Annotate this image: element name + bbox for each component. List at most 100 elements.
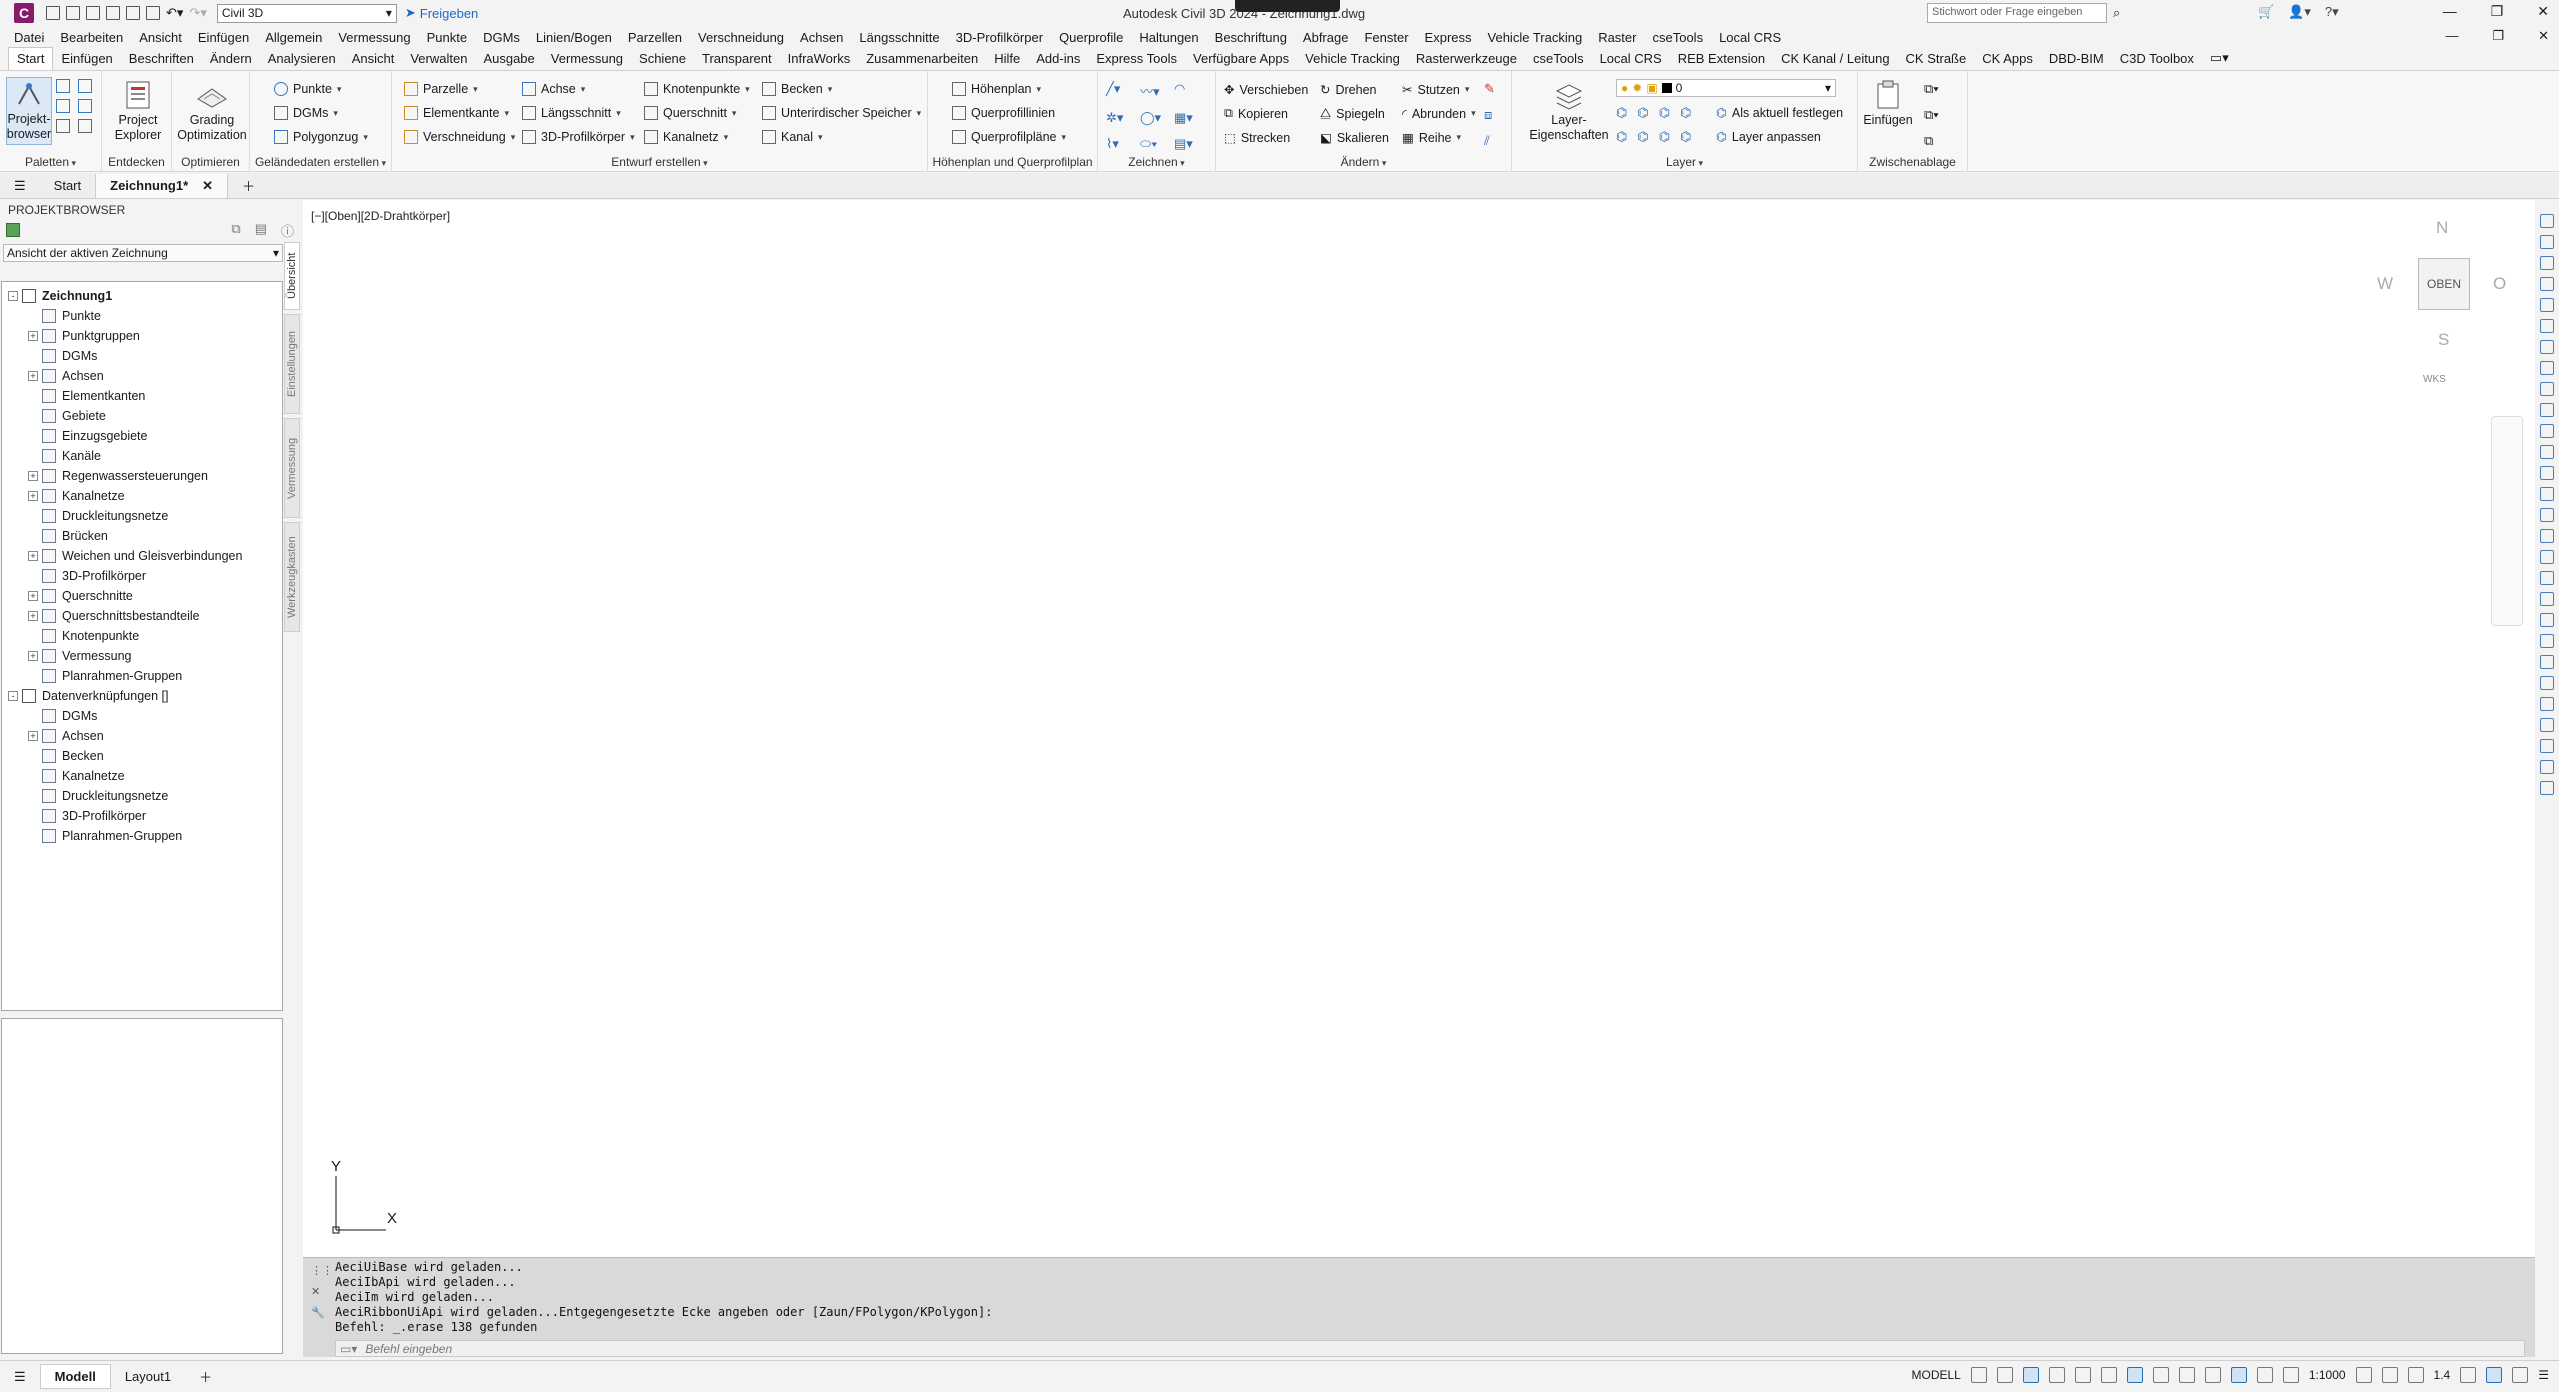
tool-icon-24[interactable] <box>2540 697 2554 711</box>
tool-icon-14[interactable] <box>2540 487 2554 501</box>
tree-expand-icon[interactable]: - <box>8 691 18 701</box>
tool-icon-11[interactable] <box>2540 424 2554 438</box>
als-aktuell-festlegen-button[interactable]: ⌬ Als aktuell festlegen <box>1716 105 1843 121</box>
menu-parzellen[interactable]: Parzellen <box>628 30 682 45</box>
panel-label-layer[interactable]: Layer <box>1512 155 1857 169</box>
tab-verwalten[interactable]: Verwalten <box>402 48 475 70</box>
redo-icon[interactable]: ↷▾ <box>189 5 206 21</box>
point-draw-icon[interactable]: ✲▾ <box>1106 110 1140 126</box>
object-snap-tracking-icon[interactable] <box>2126 1367 2143 1383</box>
item-view-icon[interactable]: ⧉ <box>231 221 240 240</box>
help-icon[interactable]: ?▾ <box>2325 4 2339 20</box>
navigation-bar[interactable] <box>2491 416 2523 626</box>
menu-verschneidung[interactable]: Verschneidung <box>698 30 784 45</box>
copy-clip-icon[interactable]: ⧉▾ <box>1924 107 1939 123</box>
selection-cycling-icon[interactable] <box>2230 1367 2247 1383</box>
tab-infraworks[interactable]: InfraWorks <box>780 48 859 70</box>
tool-icon-17[interactable] <box>2540 550 2554 564</box>
ellipse-icon[interactable]: ⬭▾ <box>1140 136 1174 152</box>
isodraft-icon[interactable] <box>2100 1367 2117 1383</box>
vtab-einstellungen[interactable]: Einstellungen <box>284 314 300 414</box>
tool-icon-12[interactable] <box>2540 445 2554 459</box>
close-icon[interactable]: ✕ <box>202 178 213 194</box>
share-button[interactable]: ➤ Freigeben <box>405 5 478 21</box>
tab-local-crs[interactable]: Local CRS <box>1592 48 1670 70</box>
panel-label-gelaendedaten[interactable]: Geländedaten erstellen <box>250 155 391 169</box>
layer-lock-icon[interactable]: ⌬ <box>1680 105 1691 121</box>
transparency-icon[interactable] <box>2204 1367 2221 1383</box>
tree-expand-icon[interactable]: + <box>28 731 38 741</box>
tree-item[interactable]: + Regenwassersteuerungen <box>28 466 208 486</box>
drehen-button[interactable]: ↻ Drehen <box>1320 82 1376 98</box>
layer-isolate-icon[interactable]: ⌬ <box>1637 105 1648 121</box>
match-properties-icon[interactable]: ⧉ <box>1924 133 1939 149</box>
menu-bearbeiten[interactable]: Bearbeiten <box>60 30 123 45</box>
tree-expand-icon[interactable]: + <box>28 651 38 661</box>
isolate-objects-icon[interactable] <box>2460 1367 2477 1383</box>
tab-add-ins[interactable]: Add-ins <box>1028 48 1088 70</box>
tab-zusammenarbeiten[interactable]: Zusammenarbeiten <box>858 48 986 70</box>
open-file-icon[interactable] <box>66 6 80 20</box>
minimize-button[interactable]: — <box>2443 3 2457 20</box>
annotation-visibility-icon[interactable] <box>2256 1367 2273 1383</box>
tree-expand-icon[interactable]: + <box>28 331 38 341</box>
tree-item[interactable]: + Querschnitte <box>28 586 133 606</box>
tree-item[interactable]: Becken <box>28 746 104 766</box>
tree-item[interactable]: Planrahmen-Gruppen <box>28 826 182 846</box>
plus-icon[interactable] <box>2381 1367 2398 1383</box>
menu-3d-profilkoerper[interactable]: 3D-Profilkörper <box>956 30 1043 45</box>
vtab-vermessung[interactable]: Vermessung <box>284 418 300 518</box>
viewport-controls[interactable]: [−][Oben][2D-Drahtkörper] <box>311 209 450 223</box>
polyline-icon[interactable]: 〰▾ <box>1140 81 1174 100</box>
tab-verfuegbare-apps[interactable]: Verfügbare Apps <box>1185 48 1297 70</box>
palette-icon-1[interactable] <box>56 79 70 93</box>
tool-icon-18[interactable] <box>2540 571 2554 585</box>
tab-c3d-toolbox[interactable]: C3D Toolbox <box>2112 48 2202 70</box>
panel-label-paletten[interactable]: Paletten <box>0 155 101 169</box>
line-icon[interactable]: ╱▾ <box>1106 81 1140 100</box>
viewcube-east[interactable]: O <box>2493 274 2506 294</box>
polygonzug-button[interactable]: Polygonzug <box>274 130 368 144</box>
grip-icon[interactable]: ⋮⋮ <box>311 1264 333 1277</box>
app-menu-button[interactable]: C <box>14 3 34 23</box>
tool-icon-22[interactable] <box>2540 655 2554 669</box>
tree-expand-icon[interactable]: + <box>28 611 38 621</box>
kanalnetz-button[interactable]: Kanalnetz <box>644 130 728 144</box>
tree-expand-icon[interactable]: - <box>8 291 18 301</box>
tool-icon-20[interactable] <box>2540 613 2554 627</box>
stutzen-button[interactable]: ✂ Stutzen <box>1402 82 1469 98</box>
palette-icon-3[interactable] <box>56 99 70 113</box>
reihe-button[interactable]: ▦ Reihe <box>1402 130 1461 146</box>
tool-icon-28[interactable] <box>2540 781 2554 795</box>
projektbrowser-button[interactable]: Projekt- browser <box>6 77 52 145</box>
spline-icon[interactable]: ⌇▾ <box>1106 136 1140 152</box>
menu-vermessung[interactable]: Vermessung <box>338 30 410 45</box>
viewcube-west[interactable]: W <box>2377 274 2393 294</box>
tree-item[interactable]: - Datenverknüpfungen [] <box>8 686 168 706</box>
annotation-scale[interactable]: 1:1000 <box>2309 1368 2346 1382</box>
command-prompt-icon[interactable]: ▭▾ <box>340 1342 357 1356</box>
menu-allgemein[interactable]: Allgemein <box>265 30 322 45</box>
lineweight-icon[interactable] <box>2178 1367 2195 1383</box>
user-icon[interactable]: 👤▾ <box>2288 4 2311 20</box>
undo-icon[interactable]: ↶▾ <box>166 5 183 21</box>
palette-icon-5[interactable] <box>56 119 70 133</box>
unterirdischer-speicher-button[interactable]: Unterirdischer Speicher <box>762 106 921 120</box>
laengsschnitt-button[interactable]: Längsschnitt <box>522 106 621 120</box>
search-icon[interactable]: ⌕ <box>2113 5 2120 21</box>
save-as-icon[interactable] <box>106 6 120 20</box>
einfuegen-button[interactable]: Einfügen <box>1863 79 1913 128</box>
tab-ausgabe[interactable]: Ausgabe <box>475 48 542 70</box>
tab-start[interactable]: Start <box>8 47 54 70</box>
tree-expand-icon[interactable]: + <box>28 491 38 501</box>
tree-item[interactable]: DGMs <box>28 346 97 366</box>
layout-menu-icon[interactable]: ☰ <box>0 1365 40 1389</box>
menu-haltungen[interactable]: Haltungen <box>1139 30 1198 45</box>
verschieben-button[interactable]: ✥ Verschieben <box>1224 82 1308 98</box>
cart-icon[interactable]: 🛒 <box>2258 4 2274 20</box>
vtab-werkzeugkasten[interactable]: Werkzeugkasten <box>284 522 300 632</box>
ucs-menu[interactable]: WKS <box>2423 374 2446 385</box>
tree-item[interactable]: + Querschnittsbestandteile <box>28 606 200 626</box>
tab-vermessung[interactable]: Vermessung <box>543 48 631 70</box>
palette-icon-6[interactable] <box>78 119 92 133</box>
